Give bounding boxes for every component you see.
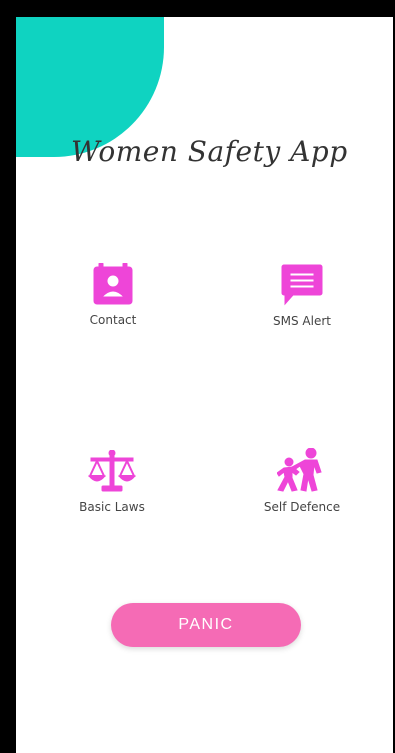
device-frame: Women Safety App Contact SMS Alert Basic…: [0, 0, 395, 753]
self-defence-label: Self Defence: [263, 500, 341, 514]
basic-laws-tile[interactable]: Basic Laws: [52, 450, 172, 514]
contact-tile[interactable]: Contact: [53, 263, 173, 327]
panic-button[interactable]: PANIC: [111, 603, 301, 647]
self-defence-tile[interactable]: Self Defence: [242, 448, 362, 514]
scales-of-justice-icon: [88, 450, 136, 492]
app-title: Women Safety App: [71, 135, 348, 168]
sms-message-icon: [281, 264, 323, 306]
self-defence-icon: [277, 448, 322, 492]
sms-alert-tile[interactable]: SMS Alert: [242, 264, 362, 328]
basic-laws-label: Basic Laws: [79, 500, 145, 514]
contact-book-icon: [93, 263, 133, 305]
sms-alert-label: SMS Alert: [273, 314, 331, 328]
app-screen: Women Safety App Contact SMS Alert Basic…: [16, 17, 393, 753]
contact-label: Contact: [89, 313, 137, 327]
